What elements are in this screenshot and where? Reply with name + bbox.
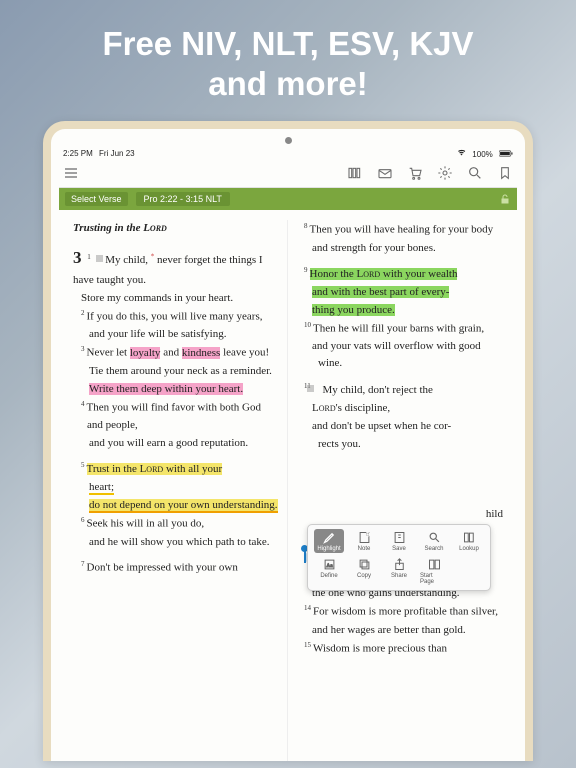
library-icon[interactable] — [347, 165, 363, 181]
verse-8[interactable]: 8Then you will have healing for your bod… — [296, 221, 503, 239]
status-bar: 2:25 PM Fri Jun 23 100% — [59, 148, 517, 162]
verse-navbar: Select Verse Pro 2:22 - 3:15 NLT — [59, 188, 517, 210]
verse-6b[interactable]: and he will show you which path to take. — [73, 534, 279, 551]
verse-15[interactable]: 15Wisdom is more precious than — [296, 640, 503, 658]
highlight-button[interactable]: Highlight — [314, 529, 344, 553]
tablet-camera — [285, 137, 292, 144]
battery-icon — [499, 150, 513, 159]
startpage-icon — [427, 557, 442, 572]
highlight-icon — [322, 530, 337, 545]
wifi-icon — [457, 150, 468, 159]
left-column: Trusting in the Lord 3 1 My child, * nev… — [65, 220, 288, 761]
verse-1[interactable]: 3 1 My child, * never forget the things … — [73, 245, 279, 288]
verse-2b[interactable]: and your life will be satisfying. — [73, 326, 279, 343]
caption-line-1: Free NIV, NLT, ESV, KJV — [102, 25, 473, 62]
define-button[interactable]: Aa Define — [315, 557, 343, 585]
verse-5b[interactable]: heart; — [73, 479, 279, 496]
verse-11b[interactable]: Lord's discipline, — [296, 400, 503, 417]
verse-11d[interactable]: rects you. — [296, 436, 503, 453]
verse-3[interactable]: 3Never let loyalty and kindness leave yo… — [73, 344, 279, 362]
verse-1c[interactable]: Store my commands in your heart. — [73, 290, 279, 307]
chapter-number: 3 — [73, 248, 82, 267]
verse-5c[interactable]: do not depend on your own understanding. — [73, 497, 279, 514]
verse-5[interactable]: 5Trust in the Lord with all your — [73, 460, 279, 478]
verse-2[interactable]: 2If you do this, you will live many year… — [73, 308, 279, 326]
copy-button[interactable]: Copy — [350, 557, 378, 585]
lookup-button[interactable]: Lookup — [455, 530, 483, 552]
lookup-icon — [462, 530, 477, 545]
verse-14[interactable]: 14For wisdom is more profitable than sil… — [296, 603, 503, 621]
search-icon-small — [427, 530, 442, 545]
save-icon — [392, 530, 407, 545]
note-icon — [357, 530, 372, 545]
caption-line-2: and more! — [208, 65, 368, 102]
scripture-page: Trusting in the Lord 3 1 My child, * nev… — [59, 210, 517, 761]
select-verse-button[interactable]: Select Verse — [65, 192, 128, 206]
verse-12-fragment[interactable]: hild — [296, 506, 503, 523]
cart-icon[interactable] — [407, 165, 423, 181]
share-button[interactable]: Share — [385, 557, 413, 585]
passage-selector[interactable]: Pro 2:22 - 3:15 NLT — [136, 192, 230, 206]
verse-9c[interactable]: thing you produce. — [296, 302, 503, 319]
startpage-button[interactable]: Start Page — [420, 557, 448, 585]
save-button[interactable]: Save — [385, 530, 413, 552]
popup-spacer — [296, 453, 503, 505]
verse-3d[interactable]: Write them deep within your heart. — [73, 381, 279, 398]
search-button[interactable]: Search — [420, 530, 448, 552]
footnote-icon[interactable] — [96, 251, 103, 258]
gear-icon[interactable] — [437, 165, 453, 181]
selection-start-handle[interactable] — [304, 551, 306, 563]
section-title: Trusting in the Lord — [73, 220, 279, 237]
verse-4[interactable]: 4Then you will find favor with both God … — [73, 399, 279, 434]
verse-14b[interactable]: and her wages are better than gold. — [296, 622, 503, 639]
bookmark-icon[interactable] — [497, 165, 513, 181]
share-icon — [392, 557, 407, 572]
right-column: 8Then you will have healing for your bod… — [288, 220, 511, 761]
verse-4b[interactable]: and you will earn a good reputation. — [73, 435, 279, 452]
verse-3c[interactable]: Tie them around your neck as a reminder. — [73, 363, 279, 380]
verse-6[interactable]: 6Seek his will in all you do, — [73, 515, 279, 533]
status-time: 2:25 PM — [63, 149, 93, 158]
verse-11[interactable]: 11 My child, don't reject the — [296, 381, 503, 399]
menu-icon[interactable] — [63, 165, 79, 181]
status-battery: 100% — [472, 150, 492, 159]
promo-caption: Free NIV, NLT, ESV, KJV and more! — [0, 0, 576, 121]
verse-9[interactable]: 9Honor the Lord with your wealth — [296, 265, 503, 283]
selection-popup: Highlight Note Save Search Lookup Aa Def… — [307, 524, 491, 591]
tablet-frame: 2:25 PM Fri Jun 23 100% — [43, 121, 533, 761]
verse-7[interactable]: 7Don't be impressed with your own — [73, 559, 279, 577]
status-date: Fri Jun 23 — [99, 149, 135, 158]
svg-text:Aa: Aa — [326, 563, 333, 569]
note-button[interactable]: Note — [350, 530, 378, 552]
verse-8b[interactable]: and strength for your bones. — [296, 240, 503, 257]
footnote-icon[interactable] — [313, 381, 320, 388]
verse-10b[interactable]: and your vats will overflow with good wi… — [296, 338, 503, 372]
define-icon: Aa — [322, 557, 337, 572]
mail-icon[interactable] — [377, 165, 393, 181]
verse-9b[interactable]: and with the best part of every- — [296, 284, 503, 301]
verse-10[interactable]: 10Then he will fill your barns with grai… — [296, 320, 503, 338]
lock-icon[interactable] — [499, 193, 511, 205]
app-toolbar — [59, 162, 517, 188]
search-icon[interactable] — [467, 165, 483, 181]
copy-icon — [357, 557, 372, 572]
verse-11c[interactable]: and don't be upset when he cor- — [296, 418, 503, 435]
